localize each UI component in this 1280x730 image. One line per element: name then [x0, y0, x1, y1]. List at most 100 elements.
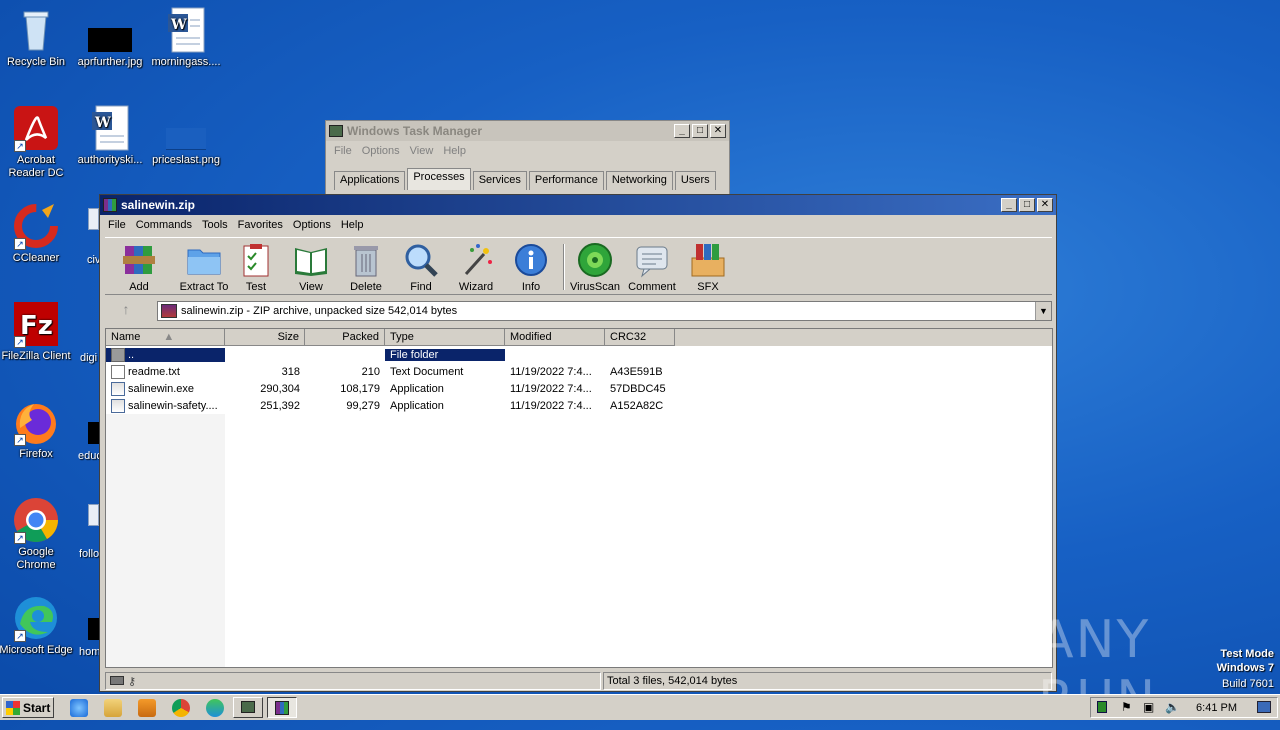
- volume-icon[interactable]: 🔈: [1165, 700, 1180, 714]
- file-modified: 11/19/2022 7:4...: [510, 382, 592, 395]
- desktop-icon-aprfurther[interactable]: aprfurther.jpg: [72, 6, 148, 69]
- sfx-button[interactable]: SFX: [680, 242, 736, 293]
- add-button[interactable]: Add: [111, 242, 167, 293]
- maximize-button[interactable]: □: [692, 124, 708, 138]
- file-crc: 57DBDC45: [610, 382, 666, 395]
- menu-help[interactable]: Help: [337, 219, 370, 231]
- column-header-type[interactable]: Type: [385, 329, 505, 346]
- close-button[interactable]: ✕: [710, 124, 726, 138]
- virusscan-icon: [577, 242, 613, 278]
- menu-view[interactable]: View: [406, 145, 440, 157]
- up-folder-button[interactable]: ↑: [109, 301, 143, 321]
- menu-options[interactable]: Options: [289, 219, 337, 231]
- desktop-icon-chrome[interactable]: ↗ Google Chrome: [0, 496, 74, 572]
- tray-green-icon[interactable]: [1097, 701, 1107, 713]
- chrome-taskbar-icon[interactable]: [172, 699, 190, 717]
- file-row-parent-folder[interactable]: .. File folder: [106, 346, 1052, 363]
- network-icon[interactable]: ▣: [1143, 700, 1154, 714]
- minimize-button[interactable]: _: [674, 124, 690, 138]
- action-center-flag-icon[interactable]: ⚑: [1121, 700, 1132, 714]
- toolbar-separator: [563, 244, 565, 290]
- internet-explorer-icon[interactable]: [70, 699, 88, 717]
- minimize-button[interactable]: _: [1001, 198, 1017, 212]
- desktop-icon-morningass[interactable]: W morningass....: [148, 6, 224, 69]
- menu-file[interactable]: File: [104, 219, 132, 231]
- file-type: File folder: [385, 348, 505, 361]
- maximize-button[interactable]: □: [1019, 198, 1035, 212]
- file-row[interactable]: salinewin-safety.... 251,392 99,279 Appl…: [106, 397, 1052, 414]
- desktop-icon-acrobat[interactable]: ↗ Acrobat Reader DC: [0, 104, 74, 180]
- desktop-icon-recycle-bin[interactable]: Recycle Bin: [0, 6, 74, 69]
- desktop-icon-authorityski[interactable]: W authorityski...: [72, 104, 148, 167]
- close-button[interactable]: ✕: [1037, 198, 1053, 212]
- column-header-name[interactable]: Name ▲: [106, 329, 225, 346]
- clock[interactable]: 6:41 PM: [1196, 702, 1237, 714]
- winrar-window[interactable]: salinewin.zip _ □ ✕ File Commands Tools …: [99, 194, 1057, 692]
- column-header-crc32[interactable]: CRC32: [605, 329, 675, 346]
- start-button[interactable]: Start: [2, 697, 54, 718]
- taskbar-task-manager-button[interactable]: [233, 697, 263, 718]
- desktop-icon-edge[interactable]: ↗ Microsoft Edge: [0, 594, 74, 657]
- tab-users[interactable]: Users: [674, 171, 716, 190]
- tab-performance[interactable]: Performance: [528, 171, 604, 190]
- file-explorer-icon[interactable]: [104, 699, 122, 717]
- tab-applications[interactable]: Applications: [334, 171, 406, 190]
- wizard-button[interactable]: Wizard: [448, 242, 504, 293]
- shortcut-arrow-icon: ↗: [14, 630, 26, 642]
- tab-networking[interactable]: Networking: [605, 171, 673, 190]
- desktop-icon-label: FileZilla Client: [1, 350, 71, 362]
- find-button[interactable]: Find: [393, 242, 449, 293]
- file-list-header: Name ▲ Size Packed Type Modified CRC32: [106, 329, 1052, 346]
- status-bar: ⚷ Total 3 files, 542,014 bytes: [105, 672, 1052, 690]
- task-manager-titlebar[interactable]: Windows Task Manager _ □ ✕: [326, 121, 729, 141]
- media-player-icon[interactable]: [138, 699, 156, 717]
- menu-file[interactable]: File: [330, 145, 358, 157]
- tab-processes[interactable]: Processes: [407, 168, 471, 190]
- dropdown-arrow-icon[interactable]: ▼: [1035, 302, 1051, 320]
- task-manager-icon: [241, 701, 255, 713]
- file-row[interactable]: salinewin.exe 290,304 108,179 Applicatio…: [106, 380, 1052, 397]
- taskbar-winrar-button[interactable]: [267, 697, 297, 718]
- status-bar-left: ⚷: [105, 672, 601, 690]
- menu-favorites[interactable]: Favorites: [234, 219, 289, 231]
- edge-taskbar-icon[interactable]: [206, 699, 224, 717]
- desktop-icon-ccleaner[interactable]: ↗ CCleaner: [0, 202, 74, 265]
- image-file-icon: [86, 6, 134, 54]
- task-manager-menubar: File Options View Help: [326, 141, 729, 160]
- file-size: 251,392: [260, 399, 300, 412]
- file-name: ..: [128, 348, 135, 361]
- archive-path-combobox[interactable]: salinewin.zip - ZIP archive, unpacked si…: [157, 301, 1052, 321]
- column-header-packed[interactable]: Packed: [305, 329, 385, 346]
- comment-button[interactable]: Comment: [624, 242, 680, 293]
- info-button[interactable]: Info: [503, 242, 559, 293]
- test-mode-text: Test Mode: [1220, 648, 1274, 660]
- task-manager-window[interactable]: Windows Task Manager _ □ ✕ File Options …: [325, 120, 730, 200]
- desktop-icon-priceslast[interactable]: priceslast.png: [148, 104, 224, 167]
- menu-help[interactable]: Help: [439, 145, 472, 157]
- edge-icon: ↗: [12, 594, 60, 642]
- svg-text:W: W: [170, 17, 187, 33]
- menu-commands[interactable]: Commands: [132, 219, 198, 231]
- show-desktop-icon[interactable]: [1257, 701, 1271, 713]
- desktop-icon-filezilla[interactable]: Fz ↗ FileZilla Client: [0, 300, 74, 363]
- desktop-icon-firefox[interactable]: ↗ Firefox: [0, 398, 74, 461]
- toolbar-label: SFX: [697, 281, 719, 293]
- test-button[interactable]: Test: [228, 242, 284, 293]
- column-header-modified[interactable]: Modified: [505, 329, 605, 346]
- view-button[interactable]: View: [283, 242, 339, 293]
- delete-button[interactable]: Delete: [338, 242, 394, 293]
- file-name: salinewin.exe: [128, 382, 195, 395]
- status-text: Total 3 files, 542,014 bytes: [603, 672, 1052, 690]
- menu-tools[interactable]: Tools: [198, 219, 234, 231]
- tab-services[interactable]: Services: [472, 171, 527, 190]
- winrar-titlebar[interactable]: salinewin.zip _ □ ✕: [100, 195, 1056, 215]
- file-packed: 99,279: [346, 399, 380, 412]
- file-type: Application: [390, 382, 444, 395]
- file-row[interactable]: readme.txt 318 210 Text Document 11/19/2…: [106, 363, 1052, 380]
- desktop-icon-label: priceslast.png: [152, 154, 220, 166]
- menu-options[interactable]: Options: [358, 145, 406, 157]
- file-list[interactable]: Name ▲ Size Packed Type Modified CRC32 .…: [105, 328, 1053, 668]
- virusscan-button[interactable]: VirusScan: [567, 242, 623, 293]
- file-type: Text Document: [390, 365, 464, 378]
- column-header-size[interactable]: Size: [225, 329, 305, 346]
